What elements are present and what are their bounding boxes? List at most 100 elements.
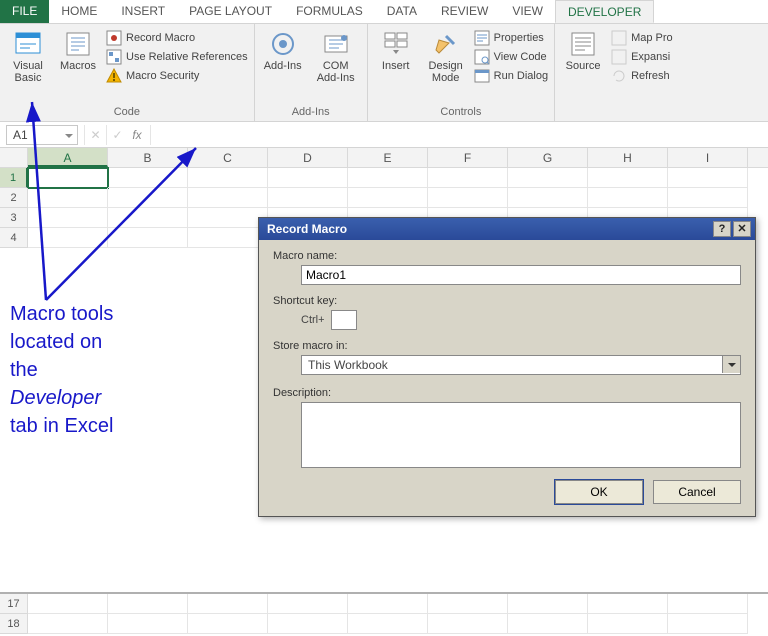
- ok-button[interactable]: OK: [555, 480, 643, 504]
- cell[interactable]: [28, 228, 108, 248]
- col-header[interactable]: G: [508, 148, 588, 167]
- macros-button[interactable]: Macros: [56, 28, 100, 104]
- record-macro-button[interactable]: Record Macro: [106, 30, 248, 46]
- refresh-icon: [611, 68, 627, 84]
- com-addins-button[interactable]: COM Add-Ins: [311, 28, 361, 104]
- cell[interactable]: [28, 614, 108, 634]
- properties-button[interactable]: Properties: [474, 30, 548, 46]
- tab-formulas[interactable]: FORMULAS: [284, 0, 375, 23]
- run-dialog-button[interactable]: Run Dialog: [474, 68, 548, 84]
- formula-input[interactable]: [150, 125, 768, 145]
- enter-formula-icon: ✓: [106, 125, 128, 145]
- col-header[interactable]: H: [588, 148, 668, 167]
- cell[interactable]: [428, 188, 508, 208]
- use-relative-references-button[interactable]: Use Relative References: [106, 49, 248, 65]
- col-header[interactable]: F: [428, 148, 508, 167]
- row-header[interactable]: 1: [0, 168, 28, 188]
- cell[interactable]: [508, 168, 588, 188]
- cell[interactable]: [108, 168, 188, 188]
- name-box[interactable]: A1: [6, 125, 78, 145]
- addins-button[interactable]: Add-Ins: [261, 28, 305, 104]
- cell[interactable]: [588, 594, 668, 614]
- visual-basic-button[interactable]: Visual Basic: [6, 28, 50, 104]
- cell[interactable]: [108, 614, 188, 634]
- col-header[interactable]: C: [188, 148, 268, 167]
- row-header[interactable]: 3: [0, 208, 28, 228]
- macro-name-input[interactable]: [301, 265, 741, 285]
- cell[interactable]: [268, 614, 348, 634]
- tab-file[interactable]: FILE: [0, 0, 49, 23]
- fx-icon[interactable]: fx: [128, 128, 146, 142]
- macro-name-label: Macro name:: [273, 250, 741, 262]
- tab-home[interactable]: HOME: [49, 0, 109, 23]
- cell[interactable]: [668, 188, 748, 208]
- cell[interactable]: [268, 168, 348, 188]
- cell[interactable]: [188, 228, 268, 248]
- tab-developer[interactable]: DEVELOPER: [555, 0, 654, 23]
- store-macro-select[interactable]: This Workbook: [301, 355, 741, 375]
- select-all-corner[interactable]: [0, 148, 28, 167]
- cell[interactable]: [428, 614, 508, 634]
- cell[interactable]: [668, 614, 748, 634]
- cell[interactable]: [588, 614, 668, 634]
- insert-control-button[interactable]: Insert: [374, 28, 418, 104]
- dialog-close-button[interactable]: ✕: [733, 221, 751, 237]
- tab-review[interactable]: REVIEW: [429, 0, 500, 23]
- cell[interactable]: [188, 188, 268, 208]
- col-header[interactable]: E: [348, 148, 428, 167]
- cell[interactable]: [668, 168, 748, 188]
- cell[interactable]: [188, 614, 268, 634]
- cell[interactable]: [28, 168, 108, 188]
- cell[interactable]: [348, 188, 428, 208]
- cell[interactable]: [28, 208, 108, 228]
- tab-data[interactable]: DATA: [375, 0, 429, 23]
- col-header[interactable]: I: [668, 148, 748, 167]
- cancel-button[interactable]: Cancel: [653, 480, 741, 504]
- cell[interactable]: [108, 208, 188, 228]
- cell[interactable]: [428, 594, 508, 614]
- row-header[interactable]: 4: [0, 228, 28, 248]
- col-header[interactable]: A: [28, 148, 108, 167]
- description-textarea[interactable]: [301, 402, 741, 468]
- cell[interactable]: [348, 594, 428, 614]
- cell[interactable]: [588, 168, 668, 188]
- cell[interactable]: [588, 188, 668, 208]
- row-header[interactable]: 17: [0, 594, 28, 614]
- design-mode-button[interactable]: Design Mode: [424, 28, 468, 104]
- row-header[interactable]: 2: [0, 188, 28, 208]
- cell[interactable]: [508, 594, 588, 614]
- cell[interactable]: [28, 594, 108, 614]
- source-button[interactable]: Source: [561, 28, 605, 116]
- visual-basic-label: Visual Basic: [6, 60, 50, 84]
- shortcut-key-input[interactable]: [331, 310, 357, 330]
- group-addins: Add-Ins COM Add-Ins Add-Ins: [255, 24, 368, 121]
- cell[interactable]: [108, 228, 188, 248]
- expansion-packs-button: Expansi: [611, 49, 673, 65]
- cell[interactable]: [268, 594, 348, 614]
- row-header[interactable]: 18: [0, 614, 28, 634]
- col-header[interactable]: B: [108, 148, 188, 167]
- cell[interactable]: [188, 208, 268, 228]
- tab-insert[interactable]: INSERT: [109, 0, 177, 23]
- cell[interactable]: [348, 168, 428, 188]
- view-code-icon: [474, 49, 490, 65]
- cell[interactable]: [508, 188, 588, 208]
- group-controls-label: Controls: [374, 104, 548, 121]
- cell[interactable]: [508, 614, 588, 634]
- cell[interactable]: [188, 168, 268, 188]
- tab-view[interactable]: VIEW: [500, 0, 555, 23]
- design-mode-icon: [432, 30, 460, 58]
- dialog-help-button[interactable]: ?: [713, 221, 731, 237]
- cell[interactable]: [108, 188, 188, 208]
- view-code-button[interactable]: View Code: [474, 49, 548, 65]
- cell[interactable]: [188, 594, 268, 614]
- cell[interactable]: [28, 188, 108, 208]
- cell[interactable]: [668, 594, 748, 614]
- col-header[interactable]: D: [268, 148, 348, 167]
- cell[interactable]: [268, 188, 348, 208]
- tab-page-layout[interactable]: PAGE LAYOUT: [177, 0, 284, 23]
- cell[interactable]: [108, 594, 188, 614]
- cell[interactable]: [348, 614, 428, 634]
- macro-security-button[interactable]: Macro Security: [106, 68, 248, 84]
- cell[interactable]: [428, 168, 508, 188]
